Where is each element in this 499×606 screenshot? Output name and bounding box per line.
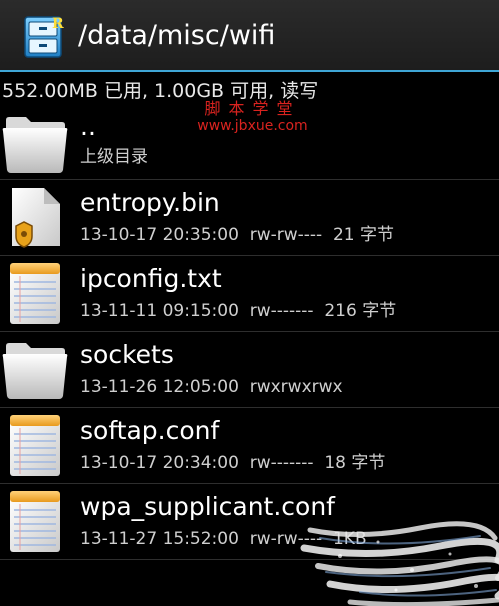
file-name: wpa_supplicant.conf (80, 492, 335, 521)
list-item-entropy-bin[interactable]: entropy.bin 13-10-17 20:35:00 rw-rw---- … (0, 180, 499, 256)
folder-icon (2, 336, 68, 402)
file-meta: 上级目录 (80, 147, 148, 167)
list-item-ipconfig-txt[interactable]: ipconfig.txt 13-11-11 09:15:00 rw-------… (0, 256, 499, 332)
file-list: .. 上级目录 entropy.bin 13-10-17 20:35:00 rw… (0, 106, 499, 560)
file-cabinet-icon[interactable] (22, 14, 68, 60)
folder-icon (2, 110, 68, 176)
file-name: softap.conf (80, 416, 220, 445)
file-name: ipconfig.txt (80, 264, 222, 293)
file-meta: 13-11-27 15:52:00 rw-rw---- 1KB (80, 529, 367, 549)
text-file-icon (2, 412, 68, 478)
file-meta: 13-11-11 09:15:00 rw------- 216 字节 (80, 301, 397, 321)
file-meta: 13-11-26 12:05:00 rwxrwxrwx (80, 377, 343, 397)
file-meta: 13-10-17 20:35:00 rw-rw---- 21 字节 (80, 225, 395, 245)
file-name: sockets (80, 340, 174, 369)
list-item-sockets[interactable]: sockets 13-11-26 12:05:00 rwxrwxrwx (0, 332, 499, 408)
file-name: entropy.bin (80, 188, 220, 217)
text-file-icon (2, 488, 68, 554)
list-item-parent-dir[interactable]: .. 上级目录 (0, 106, 499, 180)
title-bar: /data/misc/wifi (0, 0, 499, 72)
file-meta: 13-10-17 20:34:00 rw------- 18 字节 (80, 453, 386, 473)
current-path-title: /data/misc/wifi (78, 20, 276, 51)
file-name: .. (80, 112, 96, 141)
secure-file-icon (2, 184, 68, 250)
text-file-icon (2, 260, 68, 326)
list-item-wpa-supplicant-conf[interactable]: wpa_supplicant.conf 13-11-27 15:52:00 rw… (0, 484, 499, 560)
list-item-softap-conf[interactable]: softap.conf 13-10-17 20:34:00 rw------- … (0, 408, 499, 484)
storage-info: 552.00MB 已用, 1.00GB 可用, 读写 (2, 80, 319, 102)
